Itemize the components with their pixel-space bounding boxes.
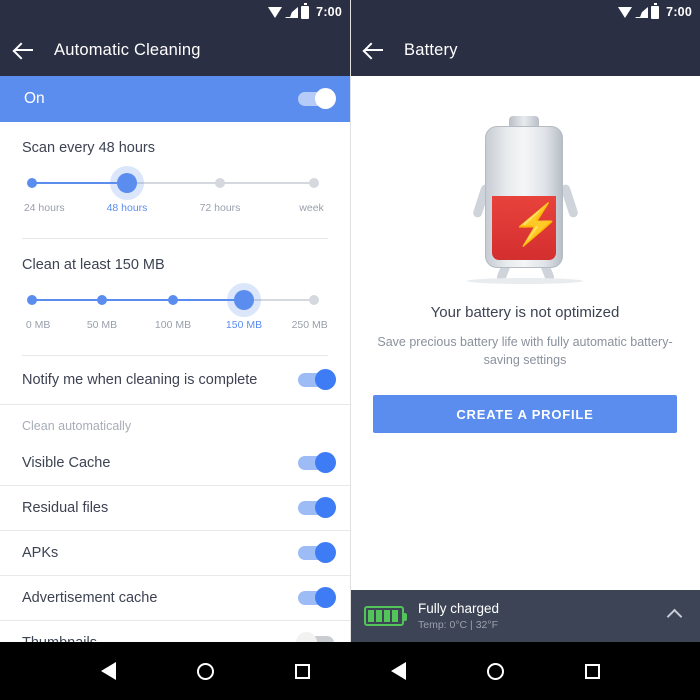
- scan-tick-3[interactable]: [309, 178, 319, 188]
- row-apks-switch[interactable]: [298, 542, 336, 563]
- wifi-icon: [618, 6, 633, 18]
- clean-tick-0[interactable]: [27, 295, 37, 305]
- status-time-right: 7:00: [666, 5, 692, 19]
- back-triangle-icon[interactable]: [100, 662, 116, 680]
- clean-tick-2[interactable]: [168, 295, 178, 305]
- battery-status-title: Fully charged: [418, 601, 500, 616]
- clean-tick-1[interactable]: [97, 295, 107, 305]
- battery-icon: [651, 3, 660, 19]
- battery-icon: [301, 3, 310, 19]
- status-bar-right: 7:00: [350, 0, 700, 24]
- scan-interval-title: Scan every 48 hours: [22, 140, 155, 156]
- battery-character-icon: ⚡: [455, 110, 595, 284]
- status-bar-left: 7:00: [0, 0, 350, 24]
- row-advertisement-cache[interactable]: Advertisement cache: [0, 576, 350, 620]
- clean-label-2: 100 MB: [154, 319, 192, 331]
- battery-content: ⚡ Your battery is not optimized Save pre…: [350, 76, 700, 642]
- right-pane-battery: 7:00 Battery ⚡ Your battery is not optim…: [350, 0, 700, 700]
- scan-slider-thumb[interactable]: [117, 173, 137, 193]
- battery-status-subtitle: Temp: 0°C | 32°F: [418, 619, 498, 631]
- row-residual-files-switch[interactable]: [298, 497, 336, 518]
- clean-slider-labels: 0 MB 50 MB 100 MB 150 MB 250 MB: [22, 319, 328, 339]
- chevron-up-icon[interactable]: [666, 608, 683, 624]
- row-notify-complete-switch[interactable]: [298, 369, 336, 390]
- clean-label-0: 0 MB: [25, 319, 51, 331]
- scan-label-3: week: [299, 202, 324, 214]
- row-residual-files-label: Residual files: [22, 500, 109, 516]
- page-title-left: Automatic Cleaning: [54, 40, 201, 59]
- home-circle-icon[interactable]: [196, 662, 214, 680]
- row-advertisement-cache-label: Advertisement cache: [22, 590, 158, 606]
- signal-icon: [635, 6, 649, 18]
- battery-status-bar[interactable]: Fully charged Temp: 0°C | 32°F: [350, 590, 700, 642]
- row-notify-complete-label: Notify me when cleaning is complete: [22, 372, 258, 388]
- recents-square-icon[interactable]: [584, 663, 600, 679]
- scan-interval-slider[interactable]: [22, 172, 328, 194]
- app-bar-right: Battery: [350, 24, 700, 76]
- scan-tick-0[interactable]: [27, 178, 37, 188]
- clean-label-3: 150 MB: [225, 319, 263, 331]
- nav-group-left: [60, 662, 350, 680]
- android-nav-bar: [0, 642, 700, 700]
- scan-label-0: 24 hours: [23, 202, 65, 214]
- scan-label-1: 48 hours: [106, 202, 148, 214]
- battery-full-icon: [364, 606, 407, 626]
- row-visible-cache[interactable]: Visible Cache: [0, 441, 350, 485]
- clean-tick-4[interactable]: [309, 295, 319, 305]
- page-title-right: Battery: [404, 40, 458, 59]
- recents-square-icon[interactable]: [294, 663, 310, 679]
- row-visible-cache-switch[interactable]: [298, 452, 336, 473]
- battery-subtext: Save precious battery life with fully au…: [377, 335, 673, 368]
- clean-slider-thumb[interactable]: [234, 290, 254, 310]
- back-arrow-icon[interactable]: [364, 40, 384, 60]
- status-icons-right: [618, 3, 660, 19]
- clean-label-1: 50 MB: [86, 319, 118, 331]
- scan-slider-labels: 24 hours 48 hours 72 hours week: [22, 202, 328, 222]
- status-time-left: 7:00: [316, 5, 342, 19]
- scan-label-2: 72 hours: [199, 202, 241, 214]
- battery-headline: Your battery is not optimized: [430, 304, 620, 321]
- scan-tick-2[interactable]: [215, 178, 225, 188]
- nav-group-right: [350, 662, 640, 680]
- pane-separator: [350, 0, 351, 642]
- left-pane-automatic-cleaning: 7:00 Automatic Cleaning On Scan every 48…: [0, 0, 350, 700]
- row-notify-complete[interactable]: Notify me when cleaning is complete: [0, 356, 350, 404]
- clean-threshold-title: Clean at least 150 MB: [22, 257, 165, 273]
- row-residual-files[interactable]: Residual files: [0, 486, 350, 530]
- back-arrow-icon[interactable]: [14, 40, 34, 60]
- create-profile-button[interactable]: CREATE A PROFILE: [373, 395, 677, 434]
- app-bar-left: Automatic Cleaning: [0, 24, 350, 76]
- master-toggle-row[interactable]: On: [0, 76, 350, 122]
- clean-label-4: 250 MB: [291, 319, 328, 331]
- master-toggle-switch[interactable]: [298, 88, 336, 109]
- screenshot-root: 7:00 Automatic Cleaning On Scan every 48…: [0, 0, 700, 700]
- master-toggle-label: On: [24, 90, 45, 107]
- row-apks-label: APKs: [22, 545, 59, 561]
- wifi-icon: [268, 6, 283, 18]
- row-advertisement-cache-switch[interactable]: [298, 587, 336, 608]
- status-icons-left: [268, 3, 310, 19]
- row-apks[interactable]: APKs: [0, 531, 350, 575]
- back-triangle-icon[interactable]: [390, 662, 406, 680]
- signal-icon: [285, 6, 299, 18]
- scan-interval-section: Scan every 48 hours 24 hours 48 hours 72…: [0, 122, 350, 239]
- clean-threshold-slider[interactable]: [22, 289, 328, 311]
- group-header-clean-automatically: Clean automatically: [22, 419, 132, 433]
- clean-threshold-section: Clean at least 150 MB 0 MB 50 MB 100 MB …: [0, 239, 350, 356]
- battery-status-text: Fully charged Temp: 0°C | 32°F: [418, 601, 655, 631]
- row-visible-cache-label: Visible Cache: [22, 455, 111, 471]
- home-circle-icon[interactable]: [486, 662, 504, 680]
